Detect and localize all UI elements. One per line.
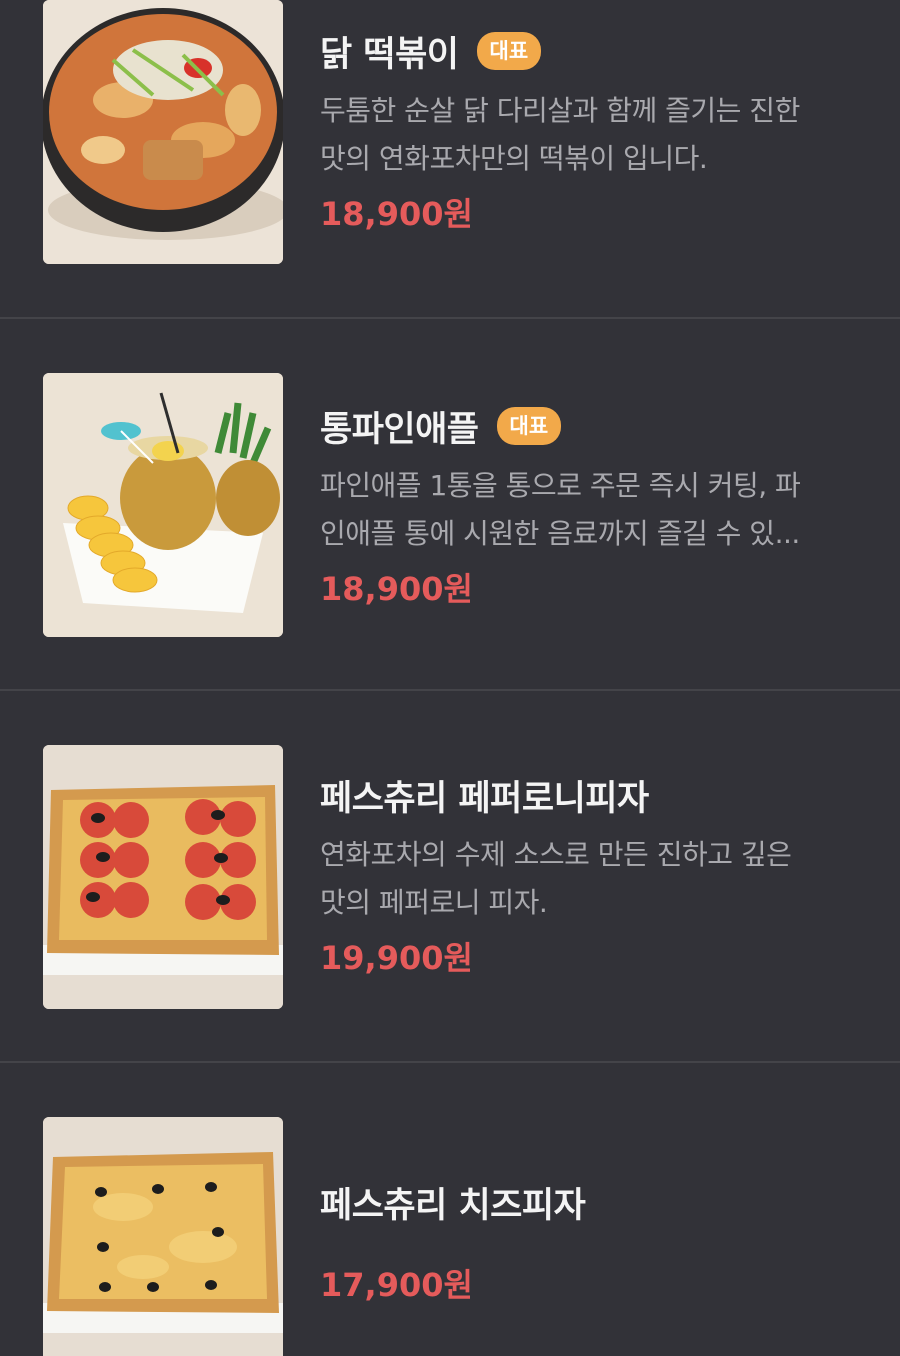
menu-item-photo — [43, 745, 283, 1009]
menu-item-info: 페스츄리 치즈피자 17,900원 — [320, 1176, 860, 1306]
menu-item-info: 통파인애플 대표 파인애플 1통을 통으로 주문 즉시 커팅, 파 인애플 통에… — [320, 400, 860, 610]
pineapple-photo — [43, 373, 283, 637]
description-line: 맛의 연화포차만의 떡볶이 입니다. — [320, 142, 708, 175]
description-line: 인애플 통에 시원한 음료까지 즐길 수 있... — [320, 517, 800, 550]
menu-item-name: 통파인애플 — [320, 409, 479, 450]
menu-item-info: 닭 떡볶이 대표 두툼한 순살 닭 다리살과 함께 즐기는 진한 맛의 연화포차… — [320, 25, 860, 235]
menu-item-price: 17,900원 — [320, 1266, 473, 1304]
description-line: 두툼한 순살 닭 다리살과 함께 즐기는 진한 — [320, 94, 800, 127]
menu-item-description: 두툼한 순살 닭 다리살과 함께 즐기는 진한 맛의 연화포차만의 떡볶이 입니… — [320, 87, 860, 183]
description-line: 파인애플 1통을 통으로 주문 즉시 커팅, 파 — [320, 469, 801, 502]
menu-item[interactable]: 통파인애플 대표 파인애플 1통을 통으로 주문 즉시 커팅, 파 인애플 통에… — [0, 318, 900, 690]
cheese-pizza-photo — [43, 1117, 283, 1356]
menu-item-photo — [43, 0, 283, 264]
menu-item-price: 18,900원 — [320, 195, 473, 233]
menu-item-name: 페스츄리 치즈피자 — [320, 1185, 586, 1226]
menu-item[interactable]: 페스츄리 페퍼로니피자 연화포차의 수제 소스로 만든 진하고 깊은 맛의 페퍼… — [0, 690, 900, 1062]
tteokbokki-photo — [43, 0, 283, 264]
signature-badge: 대표 — [476, 32, 542, 70]
menu-list: 닭 떡볶이 대표 두툼한 순살 닭 다리살과 함께 즐기는 진한 맛의 연화포차… — [0, 0, 900, 1356]
description-line: 맛의 페퍼로니 피자. — [320, 886, 548, 919]
menu-item-name: 페스츄리 페퍼로니피자 — [320, 778, 649, 819]
menu-item-price: 19,900원 — [320, 939, 473, 977]
menu-item-price: 18,900원 — [320, 570, 473, 608]
menu-item-photo — [43, 373, 283, 637]
signature-badge: 대표 — [496, 407, 562, 445]
menu-item-name: 닭 떡볶이 — [320, 34, 459, 75]
menu-item-photo — [43, 1117, 283, 1356]
menu-item[interactable]: 페스츄리 치즈피자 17,900원 — [0, 1062, 900, 1356]
menu-item[interactable]: 닭 떡볶이 대표 두툼한 순살 닭 다리살과 함께 즐기는 진한 맛의 연화포차… — [0, 0, 900, 318]
description-line: 연화포차의 수제 소스로 만든 진하고 깊은 — [320, 838, 792, 871]
menu-item-info: 페스츄리 페퍼로니피자 연화포차의 수제 소스로 만든 진하고 깊은 맛의 페퍼… — [320, 769, 860, 979]
menu-item-description: 파인애플 1통을 통으로 주문 즉시 커팅, 파 인애플 통에 시원한 음료까지… — [320, 462, 860, 558]
menu-item-description: 연화포차의 수제 소스로 만든 진하고 깊은 맛의 페퍼로니 피자. — [320, 831, 860, 927]
pepperoni-pizza-photo — [43, 745, 283, 1009]
